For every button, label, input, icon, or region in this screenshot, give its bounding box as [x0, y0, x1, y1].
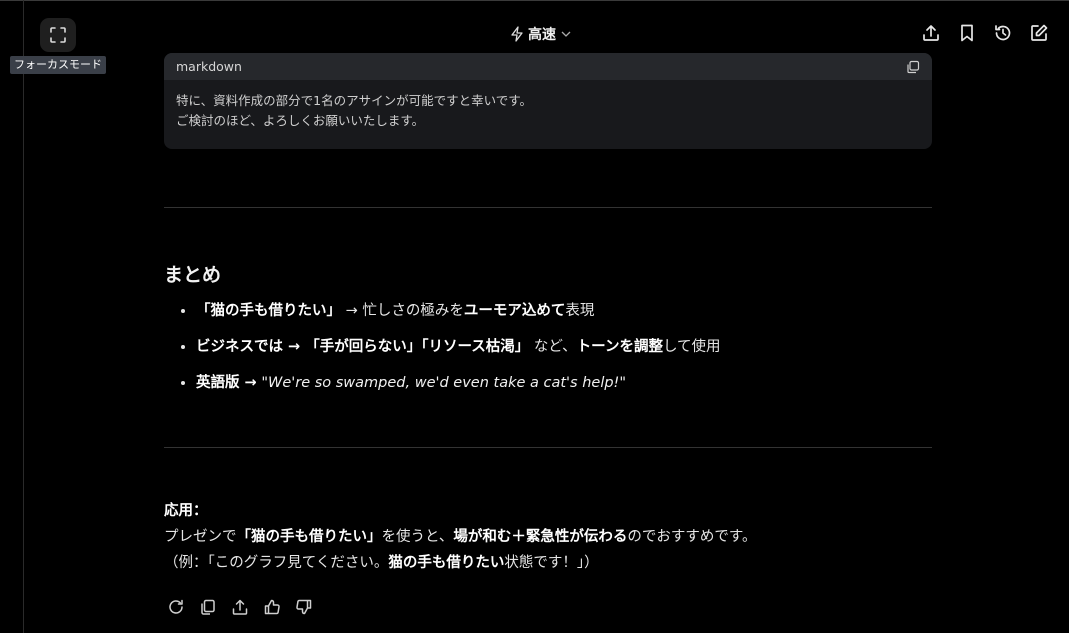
item-text: → 忙しさの極みを — [341, 303, 464, 319]
thumbs-up-icon — [264, 599, 280, 615]
new-chat-button[interactable] — [1029, 23, 1049, 43]
text-run: 場が和む＋緊急性が伝わる — [453, 529, 628, 545]
item-text: ユーモア込めて — [463, 303, 566, 319]
item-text: 英語版 → — [196, 375, 257, 391]
item-text: 表現 — [565, 303, 595, 319]
focus-mode-button[interactable] — [40, 18, 76, 52]
copy-button[interactable] — [199, 598, 217, 616]
application-line: （例：「このグラフ見てください。猫の手も借りたい状態です！」） — [164, 550, 924, 576]
item-text: 「猫の手も借りたい」 — [196, 303, 341, 319]
window-top-edge — [0, 0, 1069, 1]
code-block-header: markdown — [164, 53, 932, 80]
text-run: 「猫の手も借りたい」 — [236, 529, 382, 545]
summary-list: 「猫の手も借りたい」 → 忙しさの極みをユーモア込めて表現 ビジネスでは → 「… — [164, 302, 936, 410]
history-icon — [995, 25, 1011, 41]
text-run: 猫の手も借りたい — [388, 555, 505, 571]
text-run: （例：「このグラフ見てください。 — [164, 555, 389, 571]
copy-icon — [201, 599, 215, 615]
model-mode-selector[interactable]: 高速 — [510, 22, 572, 46]
code-block: markdown 特に、資料作成の部分で1名のアサインが可能ですと幸いです。 ご… — [164, 53, 932, 149]
application-label: 応用： — [164, 503, 208, 519]
copy-icon[interactable] — [906, 60, 920, 74]
item-text: トーンを調整 — [576, 339, 663, 355]
list-item: 「猫の手も借りたい」 → 忙しさの極みをユーモア込めて表現 — [196, 302, 936, 321]
refresh-icon — [169, 599, 183, 614]
bookmark-icon — [961, 24, 973, 42]
dislike-button[interactable] — [295, 598, 313, 616]
text-run: を使うと、 — [381, 529, 454, 545]
focus-mode-tooltip: フォーカスモード — [10, 56, 106, 74]
item-text: など、 — [529, 339, 577, 355]
item-text: "We're so swamped, we'd even take a cat'… — [261, 375, 627, 391]
like-button[interactable] — [263, 598, 281, 616]
summary-heading: まとめ — [164, 264, 222, 286]
application-paragraph: 応用： プレゼンで「猫の手も借りたい」を使うと、場が和む＋緊急性が伝わるのでおす… — [164, 498, 924, 576]
application-line: プレゼンで「猫の手も借りたい」を使うと、場が和む＋緊急性が伝わるのでおすすめです… — [164, 524, 924, 550]
header-actions — [921, 23, 1049, 43]
text-run: 状態です！」） — [504, 555, 599, 571]
expand-icon — [50, 27, 66, 43]
list-item: ビジネスでは → 「手が回らない」「リソース枯渇」 など、トーンを調整して使用 — [196, 338, 936, 357]
code-language-label: markdown — [176, 59, 242, 74]
code-line: 特に、資料作成の部分で1名のアサインが可能ですと幸いです。 — [176, 93, 532, 108]
sidebar-divider — [23, 0, 24, 633]
item-text: ビジネスでは → 「手が回らない」「リソース枯渇」 — [196, 339, 530, 355]
lightning-icon — [511, 26, 523, 42]
mode-label: 高速 — [528, 27, 556, 43]
text-run: プレゼンで — [164, 529, 237, 545]
item-text: して使用 — [662, 339, 721, 355]
edit-icon — [1031, 24, 1048, 41]
list-item: 英語版 → "We're so swamped, we'd even take … — [196, 374, 936, 393]
code-content: 特に、資料作成の部分で1名のアサインが可能ですと幸いです。 ご検討のほど、よろし… — [164, 80, 932, 131]
share-message-button[interactable] — [231, 598, 249, 616]
chevron-down-icon — [561, 31, 571, 37]
upload-icon — [232, 599, 248, 615]
bookmark-button[interactable] — [957, 23, 977, 43]
thumbs-down-icon — [296, 599, 312, 615]
message-actions — [167, 598, 313, 616]
text-run: のでおすすめです。 — [627, 529, 757, 545]
divider — [164, 207, 932, 208]
share-button[interactable] — [921, 23, 941, 43]
regenerate-button[interactable] — [167, 598, 185, 616]
upload-icon — [923, 25, 939, 41]
divider — [164, 447, 932, 448]
code-line: ご検討のほど、よろしくお願いいたします。 — [176, 113, 425, 128]
history-button[interactable] — [993, 23, 1013, 43]
